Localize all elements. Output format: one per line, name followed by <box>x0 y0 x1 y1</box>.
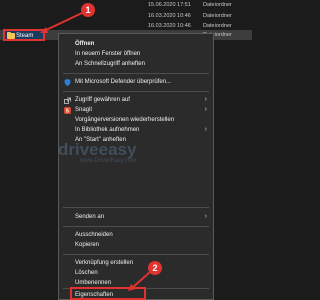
step-badge-2: 2 <box>148 261 162 275</box>
annotation-arrow <box>128 271 151 291</box>
